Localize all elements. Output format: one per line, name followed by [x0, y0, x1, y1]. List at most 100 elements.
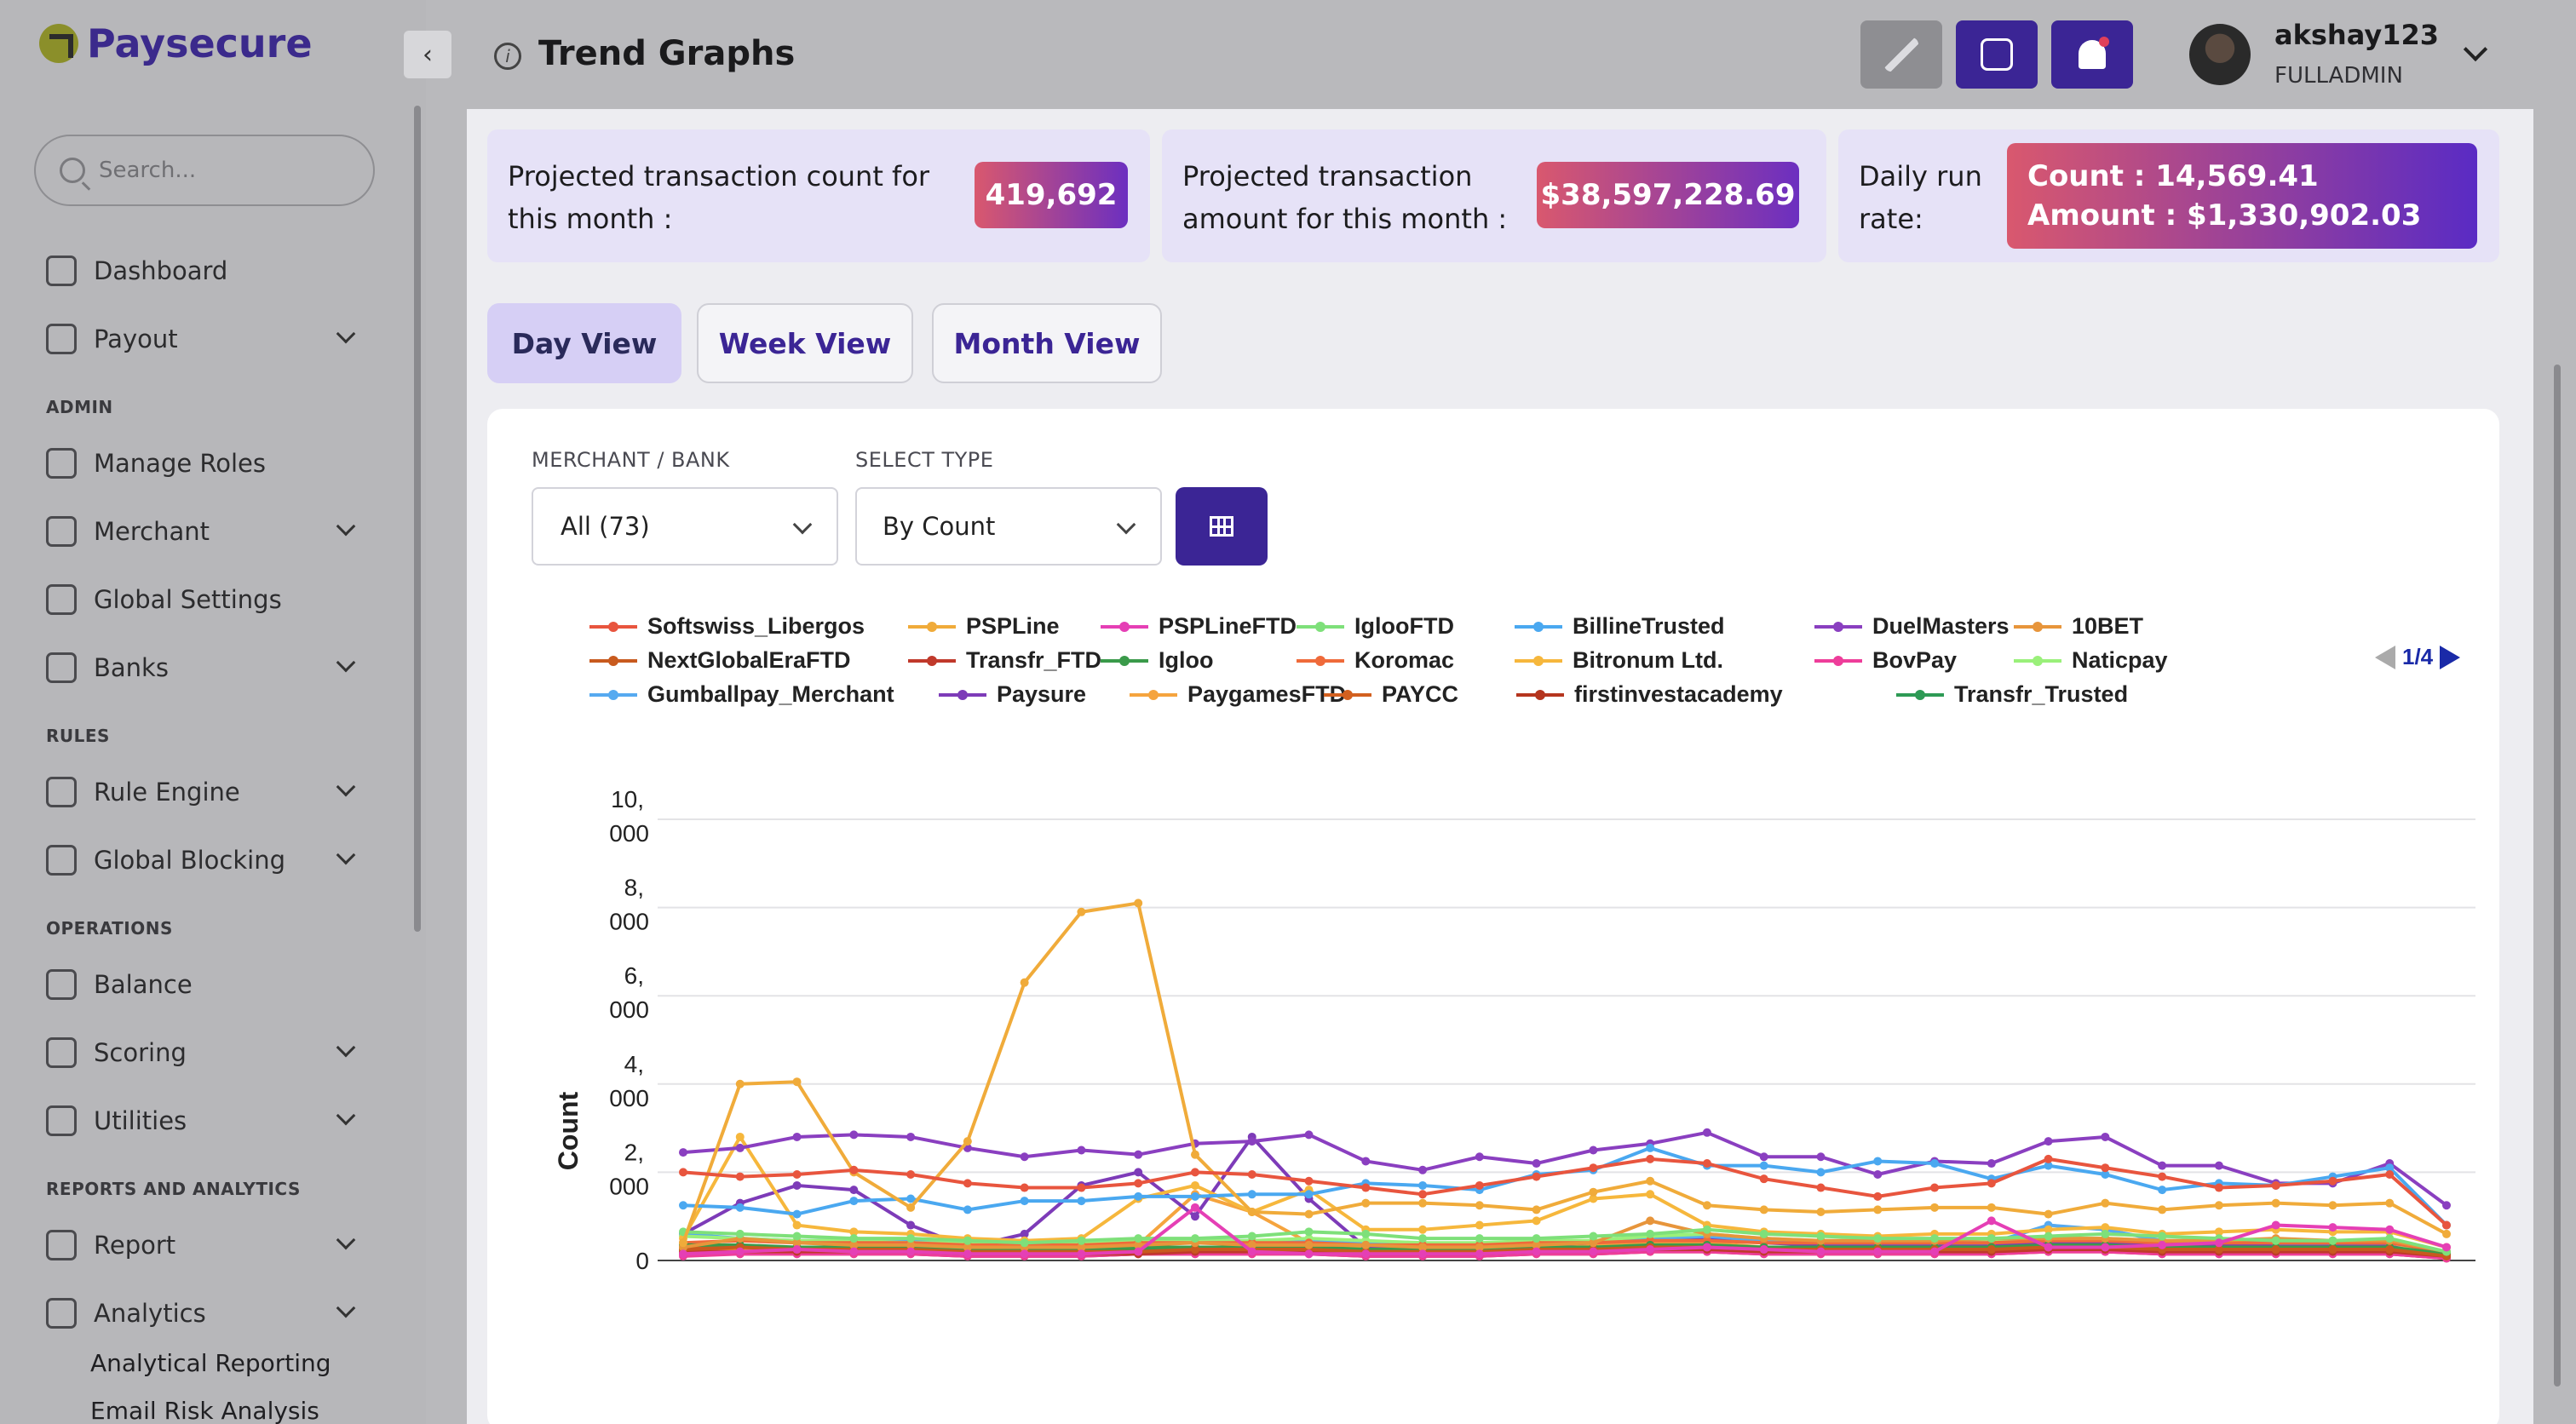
data-point[interactable] [1646, 1229, 1655, 1238]
data-point[interactable] [963, 1249, 972, 1259]
data-point[interactable] [1589, 1146, 1598, 1155]
data-point[interactable] [906, 1234, 916, 1243]
data-point[interactable] [2101, 1132, 2110, 1141]
data-point[interactable] [1759, 1161, 1768, 1170]
data-point[interactable] [963, 1179, 972, 1188]
data-point[interactable] [2385, 1225, 2395, 1234]
data-point[interactable] [1532, 1205, 1541, 1214]
data-point[interactable] [1361, 1240, 1371, 1249]
data-point[interactable] [2328, 1201, 2337, 1210]
data-point[interactable] [1247, 1169, 1256, 1179]
data-point[interactable] [1077, 1146, 1086, 1155]
data-point[interactable] [1134, 1150, 1143, 1159]
chevron-down-icon[interactable] [336, 1105, 356, 1126]
data-point[interactable] [679, 1201, 687, 1210]
chevron-down-icon[interactable] [336, 1037, 356, 1058]
sidebar-item-banks[interactable]: Banks [46, 642, 356, 693]
data-point[interactable] [2044, 1232, 2053, 1241]
data-point[interactable] [792, 1077, 802, 1087]
data-point[interactable] [1077, 1197, 1086, 1206]
data-point[interactable] [1532, 1216, 1541, 1226]
sidebar-item-rule-engine[interactable]: Rule Engine [46, 767, 356, 818]
data-point[interactable] [1418, 1225, 1428, 1234]
sidebar-item-scoring[interactable]: Scoring [46, 1027, 356, 1078]
data-point[interactable] [849, 1130, 859, 1140]
data-point[interactable] [1247, 1247, 1256, 1256]
sidebar-item-manage-roles[interactable]: Manage Roles [46, 438, 353, 489]
sidebar-item-analytics[interactable]: Analytics [46, 1288, 356, 1339]
data-point[interactable] [679, 1249, 687, 1259]
data-point[interactable] [2442, 1229, 2451, 1238]
data-point[interactable] [2271, 1198, 2280, 1208]
data-point[interactable] [1702, 1243, 1711, 1252]
data-point[interactable] [1475, 1220, 1484, 1230]
data-point[interactable] [1702, 1225, 1711, 1234]
data-point[interactable] [1646, 1143, 1655, 1152]
data-point[interactable] [735, 1132, 745, 1141]
sidebar-item-global-blocking[interactable]: Global Blocking [46, 835, 356, 886]
data-point[interactable] [1020, 1183, 1029, 1192]
data-point[interactable] [1304, 1249, 1314, 1259]
sidebar-subitem[interactable]: Email Risk Analysis [90, 1397, 319, 1424]
data-point[interactable] [2271, 1220, 2280, 1230]
data-point[interactable] [849, 1234, 859, 1243]
tab-month-view[interactable]: Month View [932, 303, 1162, 383]
data-point[interactable] [1475, 1201, 1484, 1210]
data-point[interactable] [906, 1247, 916, 1256]
data-point[interactable] [1646, 1154, 1655, 1163]
data-point[interactable] [1816, 1247, 1826, 1256]
data-point[interactable] [1190, 1168, 1199, 1177]
data-point[interactable] [1646, 1190, 1655, 1199]
data-point[interactable] [1020, 1152, 1029, 1162]
chevron-down-icon[interactable] [336, 1230, 356, 1250]
data-point[interactable] [735, 1247, 745, 1256]
data-point[interactable] [679, 1148, 687, 1157]
data-point[interactable] [2385, 1245, 2395, 1255]
data-point[interactable] [2044, 1243, 2053, 1252]
data-point[interactable] [1304, 1240, 1314, 1249]
data-point[interactable] [2158, 1186, 2167, 1195]
data-point[interactable] [2158, 1161, 2167, 1170]
data-point[interactable] [2442, 1243, 2451, 1252]
chevron-down-icon[interactable] [336, 845, 356, 865]
data-point[interactable] [1987, 1179, 1996, 1188]
data-point[interactable] [2044, 1154, 2053, 1163]
data-point[interactable] [1475, 1249, 1484, 1259]
data-point[interactable] [849, 1247, 859, 1256]
data-point[interactable] [792, 1132, 802, 1141]
page-scrollbar-thumb[interactable] [2554, 365, 2561, 1387]
clear-cache-button[interactable] [1860, 20, 1942, 89]
data-point[interactable] [1190, 1191, 1199, 1201]
data-point[interactable] [2101, 1243, 2110, 1252]
data-point[interactable] [1702, 1159, 1711, 1168]
data-point[interactable] [1475, 1152, 1484, 1162]
data-point[interactable] [1589, 1247, 1598, 1256]
data-point[interactable] [1816, 1232, 1826, 1241]
sidebar-item-merchant[interactable]: Merchant [46, 506, 356, 557]
data-point[interactable] [1759, 1152, 1768, 1162]
data-point[interactable] [1020, 1238, 1029, 1248]
data-point[interactable] [2214, 1201, 2223, 1210]
data-point[interactable] [963, 1205, 972, 1214]
data-point[interactable] [2328, 1245, 2337, 1255]
data-point[interactable] [1418, 1234, 1428, 1243]
screenshot-button[interactable] [1956, 20, 2038, 89]
data-point[interactable] [735, 1172, 745, 1181]
data-point[interactable] [1816, 1152, 1826, 1162]
data-point[interactable] [1077, 907, 1086, 916]
data-point[interactable] [2044, 1209, 2053, 1219]
data-point[interactable] [679, 1238, 687, 1248]
data-point[interactable] [2214, 1161, 2223, 1170]
data-point[interactable] [963, 1137, 972, 1146]
data-point[interactable] [1873, 1157, 1883, 1166]
search-input[interactable] [99, 158, 354, 183]
data-point[interactable] [1190, 1212, 1199, 1221]
data-point[interactable] [1418, 1180, 1428, 1190]
data-point[interactable] [1873, 1169, 1883, 1179]
info-icon[interactable]: i [494, 43, 521, 70]
data-point[interactable] [1247, 1190, 1256, 1199]
data-point[interactable] [2271, 1180, 2280, 1190]
data-point[interactable] [1873, 1205, 1883, 1214]
data-point[interactable] [1475, 1234, 1484, 1243]
sidebar-subitem[interactable]: Analytical Reporting [90, 1349, 331, 1377]
